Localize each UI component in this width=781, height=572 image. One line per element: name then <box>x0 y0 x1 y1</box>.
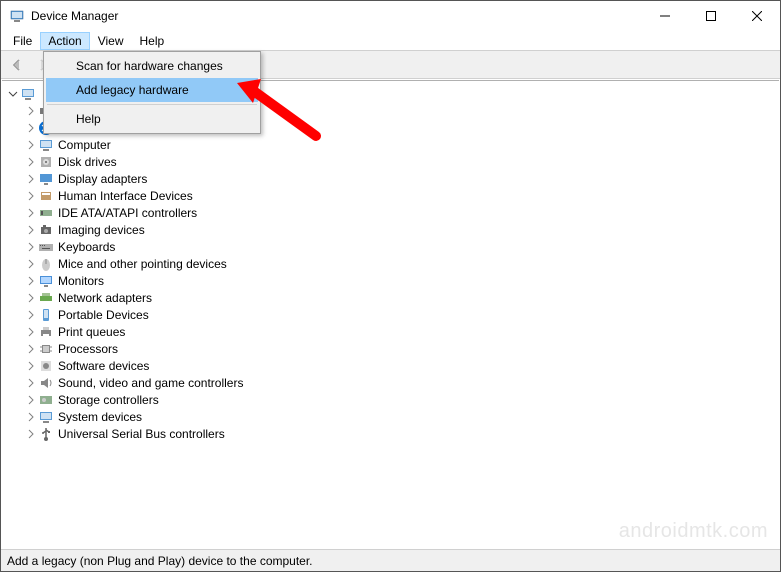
chevron-right-icon[interactable] <box>24 410 38 424</box>
keyboard-icon <box>38 239 54 255</box>
tree-category[interactable]: Network adapters <box>24 289 779 306</box>
menu-add-legacy-hardware[interactable]: Add legacy hardware <box>46 78 258 102</box>
printer-icon <box>38 324 54 340</box>
network-icon <box>38 290 54 306</box>
tree-category[interactable]: Sound, video and game controllers <box>24 374 779 391</box>
display-icon <box>38 171 54 187</box>
ide-icon <box>38 205 54 221</box>
tree-category[interactable]: Disk drives <box>24 153 779 170</box>
chevron-right-icon[interactable] <box>24 291 38 305</box>
chevron-right-icon[interactable] <box>24 189 38 203</box>
titlebar: Device Manager <box>1 1 780 31</box>
disk-icon <box>38 154 54 170</box>
portable-icon <box>38 307 54 323</box>
chevron-right-icon[interactable] <box>24 342 38 356</box>
tree-category[interactable]: IDE ATA/ATAPI controllers <box>24 204 779 221</box>
chevron-right-icon[interactable] <box>24 172 38 186</box>
menu-scan-hardware-changes[interactable]: Scan for hardware changes <box>46 54 258 78</box>
tree-category-label: Imaging devices <box>58 223 145 237</box>
tree-category-label: Portable Devices <box>58 308 149 322</box>
expander-icon[interactable] <box>6 87 20 101</box>
cpu-icon <box>38 341 54 357</box>
tree-category-label: Storage controllers <box>58 393 159 407</box>
tree-category-label: Sound, video and game controllers <box>58 376 243 390</box>
watermark: androidmtk.com <box>619 520 768 543</box>
tree-category[interactable]: Portable Devices <box>24 306 779 323</box>
mouse-icon <box>38 256 54 272</box>
chevron-right-icon[interactable] <box>24 325 38 339</box>
chevron-right-icon[interactable] <box>24 257 38 271</box>
storage-icon <box>38 392 54 408</box>
sound-icon <box>38 375 54 391</box>
tree-category[interactable]: Imaging devices <box>24 221 779 238</box>
tree-category[interactable]: Monitors <box>24 272 779 289</box>
chevron-right-icon[interactable] <box>24 308 38 322</box>
tree-category-label: Keyboards <box>58 240 115 254</box>
chevron-right-icon[interactable] <box>24 393 38 407</box>
chevron-right-icon[interactable] <box>24 223 38 237</box>
tree-category-label: Network adapters <box>58 291 152 305</box>
tree-category[interactable]: Computer <box>24 136 779 153</box>
tree-category[interactable]: Display adapters <box>24 170 779 187</box>
statusbar: Add a legacy (non Plug and Play) device … <box>1 549 780 571</box>
tree-category[interactable]: Storage controllers <box>24 391 779 408</box>
chevron-right-icon[interactable] <box>24 206 38 220</box>
tree-category[interactable]: Human Interface Devices <box>24 187 779 204</box>
chevron-right-icon[interactable] <box>24 240 38 254</box>
computer-icon <box>20 86 36 102</box>
tree-category-label: System devices <box>58 410 142 424</box>
menu-file[interactable]: File <box>5 32 40 50</box>
chevron-right-icon[interactable] <box>24 121 38 135</box>
window-title: Device Manager <box>31 9 118 23</box>
chevron-right-icon[interactable] <box>24 376 38 390</box>
tree-category-label: Mice and other pointing devices <box>58 257 227 271</box>
action-menu-dropdown: Scan for hardware changes Add legacy har… <box>43 51 261 134</box>
system-icon <box>38 409 54 425</box>
chevron-right-icon[interactable] <box>24 427 38 441</box>
tree-category[interactable]: Keyboards <box>24 238 779 255</box>
chevron-right-icon[interactable] <box>24 274 38 288</box>
tree-category-label: Universal Serial Bus controllers <box>58 427 225 441</box>
menubar: File Action View Help <box>1 31 780 51</box>
monitor-icon <box>38 273 54 289</box>
window-controls <box>642 1 780 31</box>
tree-category[interactable]: Mice and other pointing devices <box>24 255 779 272</box>
tree-category-label: Human Interface Devices <box>58 189 193 203</box>
chevron-right-icon[interactable] <box>24 359 38 373</box>
menu-help[interactable]: Help <box>132 32 173 50</box>
menu-separator <box>47 104 257 105</box>
chevron-right-icon[interactable] <box>24 104 38 118</box>
tree-category-label: Software devices <box>58 359 149 373</box>
menu-view[interactable]: View <box>90 32 132 50</box>
imaging-icon <box>38 222 54 238</box>
chevron-right-icon[interactable] <box>24 155 38 169</box>
tree-category-label: Print queues <box>58 325 125 339</box>
chevron-right-icon[interactable] <box>24 138 38 152</box>
close-button[interactable] <box>734 1 780 31</box>
minimize-button[interactable] <box>642 1 688 31</box>
maximize-button[interactable] <box>688 1 734 31</box>
tree-category[interactable]: System devices <box>24 408 779 425</box>
tree-category-label: Disk drives <box>58 155 117 169</box>
status-text: Add a legacy (non Plug and Play) device … <box>7 554 313 568</box>
app-icon <box>9 8 25 24</box>
software-icon <box>38 358 54 374</box>
tree-category[interactable]: Print queues <box>24 323 779 340</box>
menu-help-item[interactable]: Help <box>46 107 258 131</box>
tree-category-label: Display adapters <box>58 172 147 186</box>
tree-category[interactable]: Software devices <box>24 357 779 374</box>
hid-icon <box>38 188 54 204</box>
tree-category-label: Monitors <box>58 274 104 288</box>
tree-category[interactable]: Universal Serial Bus controllers <box>24 425 779 442</box>
tree-category-label: Computer <box>58 138 111 152</box>
computer-icon <box>38 137 54 153</box>
menu-action[interactable]: Action <box>40 32 89 50</box>
usb-icon <box>38 426 54 442</box>
back-button[interactable] <box>5 53 29 77</box>
tree-category-label: IDE ATA/ATAPI controllers <box>58 206 197 220</box>
tree-category[interactable]: Processors <box>24 340 779 357</box>
tree-category-label: Processors <box>58 342 118 356</box>
device-tree[interactable]: BatteriesBluetoothComputerDisk drivesDis… <box>2 80 779 549</box>
